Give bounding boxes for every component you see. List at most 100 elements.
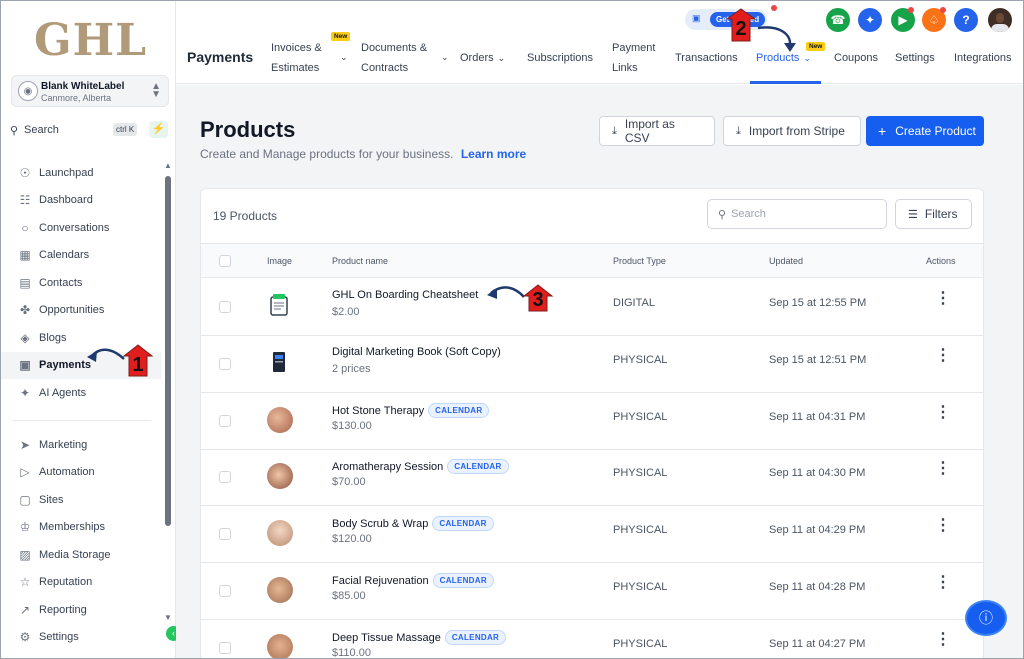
sidebar-scrollbar[interactable] — [165, 176, 171, 526]
star-icon: ☆ — [19, 575, 31, 590]
product-name[interactable]: Digital Marketing Book (Soft Copy) — [332, 346, 501, 358]
import-stripe-button[interactable]: ⤓ Import from Stripe — [723, 116, 861, 146]
chat-icon: ○ — [21, 220, 29, 235]
membership-icon: ♔ — [19, 520, 31, 535]
sidebar-item-conversations[interactable]: ○ Conversations — [1, 214, 161, 242]
support-chat-button[interactable]: ⓘ — [965, 600, 1007, 636]
tab-integrations[interactable]: Integrations — [954, 48, 1011, 68]
tab-invoices[interactable]: Invoices & Estimates ⌄ — [271, 38, 348, 78]
sidebar-item-settings[interactable]: ⚙ Settings — [1, 624, 161, 652]
new-badge: New — [806, 42, 826, 51]
product-name[interactable]: Hot Stone Therapy CALENDAR — [332, 402, 490, 418]
sidebar-item-reporting[interactable]: ↗ Reporting — [1, 596, 161, 624]
row-actions-menu-icon[interactable]: ⋮ — [935, 404, 951, 420]
tab-documents[interactable]: Documents & Contracts ⌄ — [361, 38, 449, 78]
sidebar-item-label: Launchpad — [39, 166, 94, 179]
sidebar-item-calendars[interactable]: ▦ Calendars — [1, 242, 161, 270]
account-name: Blank WhiteLabel — [41, 81, 125, 92]
learn-more-link[interactable]: Learn more — [461, 147, 526, 161]
row-actions-menu-icon[interactable]: ⋮ — [935, 347, 951, 363]
sidebar-item-sites[interactable]: ▢ Sites — [1, 486, 161, 514]
automation-icon: ▷ — [20, 465, 30, 480]
sidebar-item-media-storage[interactable]: ▨ Media Storage — [1, 541, 161, 569]
row-actions-menu-icon[interactable]: ⋮ — [935, 575, 951, 591]
sidebar-item-marketing[interactable]: ➤ Marketing — [1, 431, 161, 459]
sidebar-item-ai-agents[interactable]: ✦ AI Agents — [1, 379, 161, 407]
calendar-tag: CALENDAR — [447, 459, 509, 475]
row-checkbox[interactable] — [219, 414, 231, 427]
col-product-name[interactable]: Product name — [332, 256, 388, 266]
tab-label-line2: Links — [612, 62, 638, 74]
tab-coupons[interactable]: Coupons — [834, 48, 878, 68]
updated-date: Sep 11 at 04:27 PM — [769, 637, 866, 650]
product-search-input[interactable]: ⚲ Search — [707, 199, 887, 229]
create-product-button[interactable]: + Create Product — [866, 116, 984, 146]
import-csv-button[interactable]: ⤓ Import as CSV — [599, 116, 715, 146]
sidebar-item-dashboard[interactable]: ☷ Dashboard — [1, 187, 161, 215]
tab-payment[interactable]: Payment Links — [612, 38, 655, 78]
sidebar-item-launchpad[interactable]: ☉ Launchpad — [1, 159, 161, 187]
filters-button[interactable]: ☰ Filters — [895, 199, 972, 229]
magic-wand-icon[interactable]: ✦ — [858, 8, 882, 32]
table-row[interactable]: Facial Rejuvenation CALENDAR $85.00 PHYSICA… — [201, 563, 983, 620]
product-type: PHYSICAL — [613, 410, 668, 423]
sidebar-item-opportunities[interactable]: ✤ Opportunities — [1, 297, 161, 325]
tab-transactions[interactable]: Transactions — [675, 48, 738, 68]
row-checkbox[interactable] — [219, 528, 231, 541]
tab-orders[interactable]: Orders ⌄ — [460, 48, 505, 68]
tab-subscriptions[interactable]: Subscriptions — [527, 48, 593, 68]
sidebar-item-blogs[interactable]: ◈ Blogs — [1, 324, 161, 352]
sidebar-item-label: Settings — [39, 631, 79, 644]
card-icon: ▣ — [692, 13, 701, 23]
search-icon: ⚲ — [10, 124, 19, 137]
row-actions-menu-icon[interactable]: ⋮ — [935, 461, 951, 477]
row-checkbox[interactable] — [219, 357, 231, 370]
product-name[interactable]: Aromatherapy Session CALENDAR — [332, 459, 509, 475]
row-checkbox[interactable] — [219, 585, 231, 597]
account-switcher[interactable]: ◉ Blank WhiteLabel Canmore, Alberta ▲ ▼ — [11, 75, 169, 107]
product-name-text: Hot Stone Therapy — [332, 404, 425, 417]
col-updated[interactable]: Updated — [769, 256, 803, 266]
product-name[interactable]: Deep Tissue Massage CALENDAR — [332, 629, 507, 645]
section-title: Payments — [187, 49, 254, 65]
table-row[interactable]: GHL On Boarding Cheatsheet $2.00 DIGITAL Se… — [201, 279, 983, 336]
row-actions-menu-icon[interactable]: ⋮ — [935, 291, 951, 307]
help-icon[interactable]: ? — [954, 8, 978, 32]
sidebar-item-contacts[interactable]: ▤ Contacts — [1, 269, 161, 297]
row-actions-menu-icon[interactable]: ⋮ — [935, 518, 951, 534]
table-row[interactable]: Hot Stone Therapy CALENDAR $130.00 PHYSICAL… — [201, 393, 983, 450]
tab-label: Payment — [612, 42, 656, 54]
quick-action-bolt-icon[interactable]: ⚡ — [149, 121, 168, 138]
row-checkbox[interactable] — [219, 641, 231, 654]
select-all-checkbox[interactable] — [219, 255, 231, 267]
grid-icon: ☷ — [19, 193, 31, 208]
opportunities-icon: ✤ — [19, 303, 31, 318]
row-actions-menu-icon[interactable]: ⋮ — [935, 631, 951, 647]
table-row[interactable]: Deep Tissue Massage CALENDAR $110.00 PHYSIC… — [201, 620, 983, 658]
sidebar-item-automation[interactable]: ▷ Automation — [1, 459, 161, 487]
calendar-tag: CALENDAR — [432, 573, 494, 588]
product-name[interactable]: GHL On Boarding Cheatsheet — [332, 289, 478, 301]
scroll-down-icon[interactable]: ▼ — [164, 613, 172, 622]
sidebar-nav-secondary: ➤ Marketing ▷ Automation ▢ Sites ♔ Memberships ▨… — [1, 431, 161, 651]
filters-label: Filters — [924, 207, 958, 221]
tab-products[interactable]: Products ⌄ — [756, 48, 811, 68]
product-name[interactable]: Body Scrub & Wrap CALENDAR — [332, 516, 494, 532]
table-row[interactable]: Digital Marketing Book (Soft Copy) 2 pric… — [201, 336, 983, 393]
product-type: DIGITAL — [613, 297, 655, 309]
sidebar-item-reputation[interactable]: ☆ Reputation — [1, 569, 161, 597]
sidebar-item-label: Contacts — [39, 276, 83, 289]
user-avatar[interactable] — [988, 8, 1012, 32]
active-tab-underline — [750, 81, 821, 84]
row-checkbox[interactable] — [219, 301, 231, 313]
table-row[interactable]: Body Scrub & Wrap CALENDAR $120.00 PHYSICAL… — [201, 506, 983, 564]
table-row[interactable]: Aromatherapy Session CALENDAR $70.00 PHYSIC… — [201, 449, 983, 507]
sidebar-item-memberships[interactable]: ♔ Memberships — [1, 514, 161, 542]
scroll-up-icon[interactable]: ▲ — [164, 161, 172, 170]
row-checkbox[interactable] — [219, 471, 231, 484]
calendar-tag: CALENDAR — [432, 516, 494, 532]
product-name[interactable]: Facial Rejuvenation CALENDAR — [332, 573, 494, 588]
phone-icon[interactable]: ☎ — [826, 8, 850, 32]
tab-settings[interactable]: Settings — [895, 48, 935, 68]
search-icon: ⚲ — [718, 208, 727, 221]
